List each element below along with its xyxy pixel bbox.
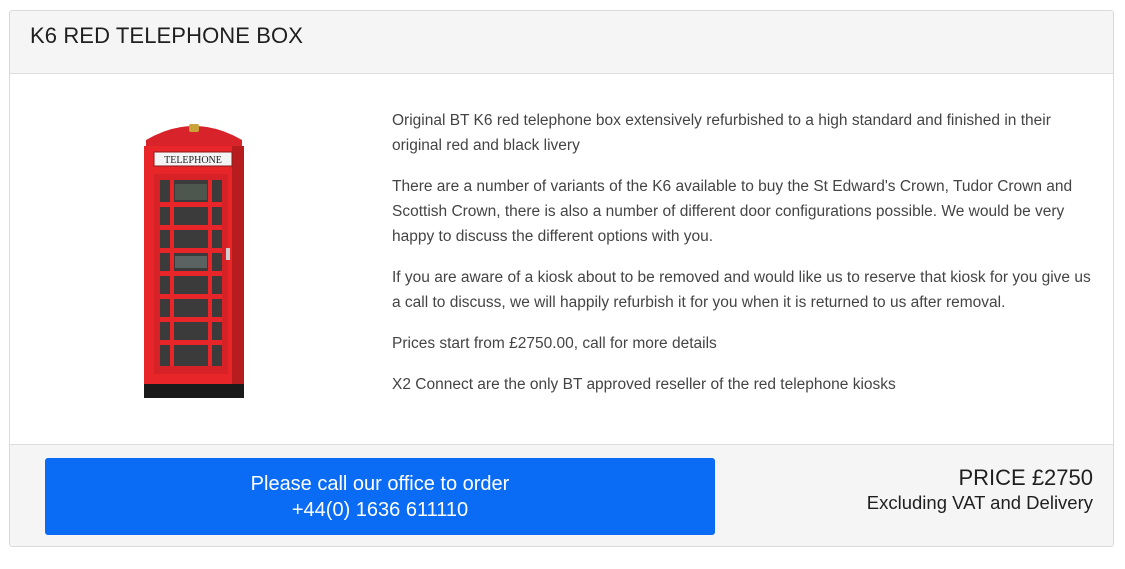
telephone-sign-text: TELEPHONE [164, 155, 222, 166]
description-paragraph: If you are aware of a kiosk about to be … [392, 269, 1091, 311]
description-paragraph: X2 Connect are the only BT approved rese… [392, 376, 896, 393]
price-note: Excluding VAT and Delivery [866, 492, 1093, 513]
product-title: K6 RED TELEPHONE BOX [30, 23, 304, 48]
call-to-order-button[interactable]: Please call our office to order +44(0) 1… [45, 458, 715, 535]
product-card: K6 RED TELEPHONE BOX TELEPHONE Original … [9, 10, 1114, 547]
price-block: PRICE £2750 Excluding VAT and Delivery [867, 465, 1093, 515]
card-header: K6 RED TELEPHONE BOX [10, 11, 1113, 74]
order-button-label: Please call our office to order [250, 472, 510, 495]
price-label: PRICE £2750 [958, 465, 1093, 490]
office-phone-number: +44(0) 1636 611110 [291, 498, 469, 521]
telephone-box-image: TELEPHONE [134, 118, 254, 398]
description-paragraph: Prices start from £2750.00, call for mor… [392, 335, 717, 352]
card-footer: Please call our office to order +44(0) 1… [10, 444, 1113, 546]
description-paragraph: Original BT K6 red telephone box extensi… [392, 112, 1051, 154]
card-body: TELEPHONE Original BT K6 red telephone b… [10, 74, 1113, 446]
product-description: Original BT K6 red telephone box extensi… [392, 108, 1092, 413]
description-paragraph: There are a number of variants of the K6… [392, 178, 1073, 245]
